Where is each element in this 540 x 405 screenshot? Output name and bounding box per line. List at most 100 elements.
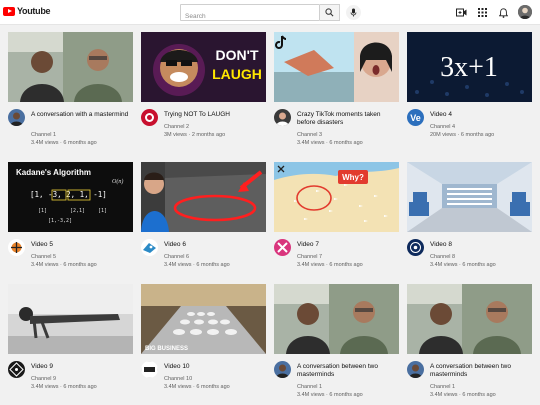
channel-name[interactable]: Channel 4 — [430, 124, 455, 131]
notifications-bell-icon — [499, 7, 508, 18]
video-title[interactable]: Trying NOT To LAUGH — [164, 111, 264, 119]
channel-avatar[interactable]: Ve — [407, 109, 424, 126]
video-thumbnail[interactable] — [141, 162, 266, 232]
video-meta: 3.4M views · 6 months ago — [430, 262, 496, 268]
video-card[interactable]: DON'T LAUGH Trying NOT To LAUGH Channel … — [141, 32, 266, 152]
channel-avatar[interactable] — [407, 361, 424, 378]
video-title[interactable]: Video 8 — [430, 241, 530, 249]
thumbnail-why-text: Why? — [342, 173, 364, 182]
channel-avatar[interactable] — [141, 239, 158, 256]
notifications-button[interactable] — [497, 6, 510, 19]
youtube-play-logo-icon — [3, 6, 15, 16]
video-thumbnail[interactable]: Kadane's Algorithm [1, -3, 2, 1, -1] [1]… — [8, 162, 133, 232]
video-meta: 3.4M views · 6 months ago — [164, 262, 230, 268]
create-video-icon — [456, 8, 467, 17]
channel-name[interactable]: Channel 2 — [164, 124, 189, 131]
video-card[interactable]: Video 6 Channel 6 3.4M views · 6 months … — [141, 162, 266, 282]
video-meta: 3.4M views · 6 months ago — [31, 140, 97, 146]
channel-avatar-image — [407, 361, 424, 378]
video-thumbnail[interactable] — [407, 162, 532, 232]
video-thumbnail[interactable] — [407, 284, 532, 354]
channel-avatar-image — [8, 239, 25, 256]
video-thumbnail[interactable]: Why? — [274, 162, 399, 232]
channel-avatar[interactable] — [8, 109, 25, 126]
video-title[interactable]: Video 10 — [164, 363, 264, 371]
channel-name[interactable]: Channel 1 — [31, 132, 56, 139]
view-count: 3.4M views — [164, 262, 192, 268]
channel-avatar-image — [141, 239, 158, 256]
video-card[interactable]: A conversation between two masterminds C… — [407, 284, 532, 404]
video-title[interactable]: Video 7 — [297, 241, 397, 249]
upload-age: 6 months ago — [460, 132, 495, 138]
thumbnail-two-men-image — [407, 284, 532, 354]
video-card[interactable]: A conversation between two masterminds C… — [274, 284, 399, 404]
video-thumbnail[interactable] — [274, 284, 399, 354]
video-title[interactable]: A conversation with a mastermind — [31, 111, 131, 119]
channel-avatar[interactable] — [274, 239, 291, 256]
video-thumbnail[interactable]: BIG BUSINESS — [141, 284, 266, 354]
channel-avatar[interactable] — [407, 239, 424, 256]
video-thumbnail[interactable] — [8, 284, 133, 354]
search-button[interactable] — [320, 4, 340, 21]
channel-avatar-image — [274, 239, 291, 256]
channel-avatar[interactable] — [274, 361, 291, 378]
video-thumbnail[interactable] — [8, 32, 133, 102]
youtube-logo[interactable]: Youtube — [3, 6, 51, 16]
svg-text:[1,-3,2]: [1,-3,2] — [48, 218, 72, 224]
thumbnail-laughing-man-image: DON'T LAUGH — [141, 32, 266, 102]
channel-avatar[interactable] — [274, 109, 291, 126]
channel-avatar[interactable] — [8, 361, 25, 378]
voice-search-button[interactable] — [346, 5, 361, 20]
upload-age: 6 months ago — [329, 392, 363, 398]
account-avatar[interactable] — [518, 5, 532, 19]
channel-name[interactable]: Channel 5 — [31, 254, 56, 261]
channel-avatar[interactable] — [8, 239, 25, 256]
video-card[interactable]: Video 9 Channel 9 3.4M views · 6 months … — [8, 284, 133, 404]
video-thumbnail[interactable]: 3x+1 — [407, 32, 532, 102]
video-card[interactable]: Kadane's Algorithm [1, -3, 2, 1, -1] [1]… — [8, 162, 133, 282]
channel-name[interactable]: Channel 10 — [164, 376, 192, 383]
view-count: 20M views — [430, 132, 456, 138]
video-card[interactable]: A conversation with a mastermind Channel… — [8, 32, 133, 152]
video-card[interactable]: 3x+1 Ve Video 4 Channel 4 20M views · 6 … — [407, 32, 532, 152]
svg-text:O(n): O(n) — [112, 178, 123, 185]
video-meta: 3M views · 2 months ago — [164, 132, 226, 138]
channel-name[interactable]: Channel 3 — [297, 132, 322, 139]
video-meta: 20M views · 6 months ago — [430, 132, 495, 138]
video-meta: 3.4M views · 6 months ago — [31, 384, 97, 390]
video-title[interactable]: Crazy TikTok moments taken before disast… — [297, 111, 397, 127]
video-title[interactable]: Video 4 — [430, 111, 530, 119]
channel-name[interactable]: Channel 1 — [297, 384, 322, 391]
channel-avatar[interactable] — [141, 361, 158, 378]
video-thumbnail[interactable] — [274, 32, 399, 102]
video-meta: 3.4M views · 6 months ago — [297, 262, 363, 268]
channel-name[interactable]: Channel 6 — [164, 254, 189, 261]
video-meta: 3.4M views · 6 months ago — [31, 262, 97, 268]
thumbnail-kitchen-image: BIG BUSINESS — [141, 284, 266, 354]
video-title[interactable]: Video 9 — [31, 363, 131, 371]
thumbnail-pushup-image — [8, 284, 133, 354]
channel-name[interactable]: Channel 9 — [31, 376, 56, 383]
video-title[interactable]: A conversation between two masterminds — [297, 363, 397, 379]
channel-name[interactable]: Channel 1 — [430, 384, 455, 391]
video-title[interactable]: Video 6 — [164, 241, 264, 249]
channel-name[interactable]: Channel 8 — [430, 254, 455, 261]
channel-name[interactable]: Channel 7 — [297, 254, 322, 261]
channel-avatar[interactable] — [141, 109, 158, 126]
video-thumbnail[interactable]: DON'T LAUGH — [141, 32, 266, 102]
apps-button[interactable] — [476, 6, 489, 19]
video-card[interactable]: BIG BUSINESS Video 10 Channel 10 3.4M vi… — [141, 284, 266, 404]
thumbnail-red-circle-image — [141, 162, 266, 232]
thumbnail-text-line1: DON'T — [216, 47, 259, 63]
video-card[interactable]: Video 8 Channel 8 3.4M views · 6 months … — [407, 162, 532, 282]
create-video-button[interactable] — [455, 6, 468, 19]
search-input[interactable] — [181, 9, 319, 24]
video-card[interactable]: Why? Video 7 Channel 7 3.4M views · 6 mo… — [274, 162, 399, 282]
video-card[interactable]: Crazy TikTok moments taken before disast… — [274, 32, 399, 152]
video-title[interactable]: A conversation between two masterminds — [430, 363, 530, 379]
channel-avatar-image — [8, 109, 25, 126]
view-count: 3M views — [164, 132, 187, 138]
video-meta: 3.4M views · 6 months ago — [297, 392, 363, 398]
video-title[interactable]: Video 5 — [31, 241, 131, 249]
upload-age: 6 months ago — [63, 384, 97, 390]
